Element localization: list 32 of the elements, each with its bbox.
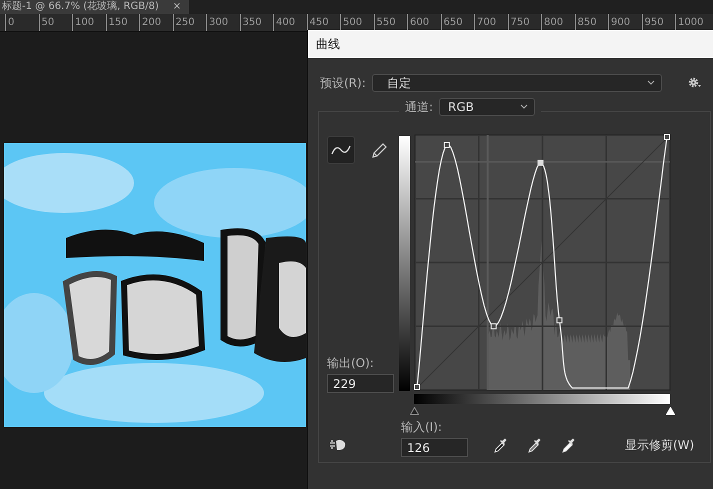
ruler-label: 300 <box>206 14 240 31</box>
input-label: 输入(I): <box>401 419 443 436</box>
ruler-label: 250 <box>172 14 206 31</box>
preset-dropdown[interactable]: 自定 <box>372 74 662 92</box>
dialog-title: 曲线 <box>308 30 713 58</box>
ruler-label: 150 <box>106 14 139 31</box>
eyedropper-icon[interactable] <box>561 438 575 454</box>
ruler-label: 350 <box>240 14 273 31</box>
eyedropper-icon[interactable] <box>527 438 541 454</box>
output-field[interactable]: 229 <box>327 374 394 393</box>
ruler-label: 100 <box>72 14 106 31</box>
eyedropper-icon[interactable] <box>493 438 507 454</box>
curve-tool-button[interactable] <box>327 136 355 164</box>
ruler-label: 50 <box>38 14 72 31</box>
document-tab[interactable]: 标题-1 @ 66.7% (花玻璃, RGB/8) × <box>0 0 190 14</box>
ruler-label: 200 <box>139 14 172 31</box>
input-field[interactable]: 126 <box>401 438 468 457</box>
channel-dropdown[interactable]: RGB <box>439 98 536 116</box>
settings-icon[interactable] <box>688 77 702 89</box>
targeted-adjustment-icon[interactable] <box>329 438 347 452</box>
chevron-icon <box>646 80 655 86</box>
input-slider[interactable] <box>409 393 675 415</box>
channel-label: 通道: <box>405 98 434 116</box>
chevron-icon <box>520 104 528 110</box>
ruler-label: 400 <box>273 14 306 31</box>
show-clipping-label[interactable]: 显示修剪(W) <box>625 437 694 454</box>
ruler-label: 0 <box>5 14 38 31</box>
output-label: 输出(O): <box>327 355 375 372</box>
preset-label: 预设(R): <box>320 74 366 92</box>
curve-graph[interactable] <box>414 134 671 391</box>
pencil-icon <box>369 142 389 158</box>
input-slider-handle[interactable] <box>410 407 418 415</box>
